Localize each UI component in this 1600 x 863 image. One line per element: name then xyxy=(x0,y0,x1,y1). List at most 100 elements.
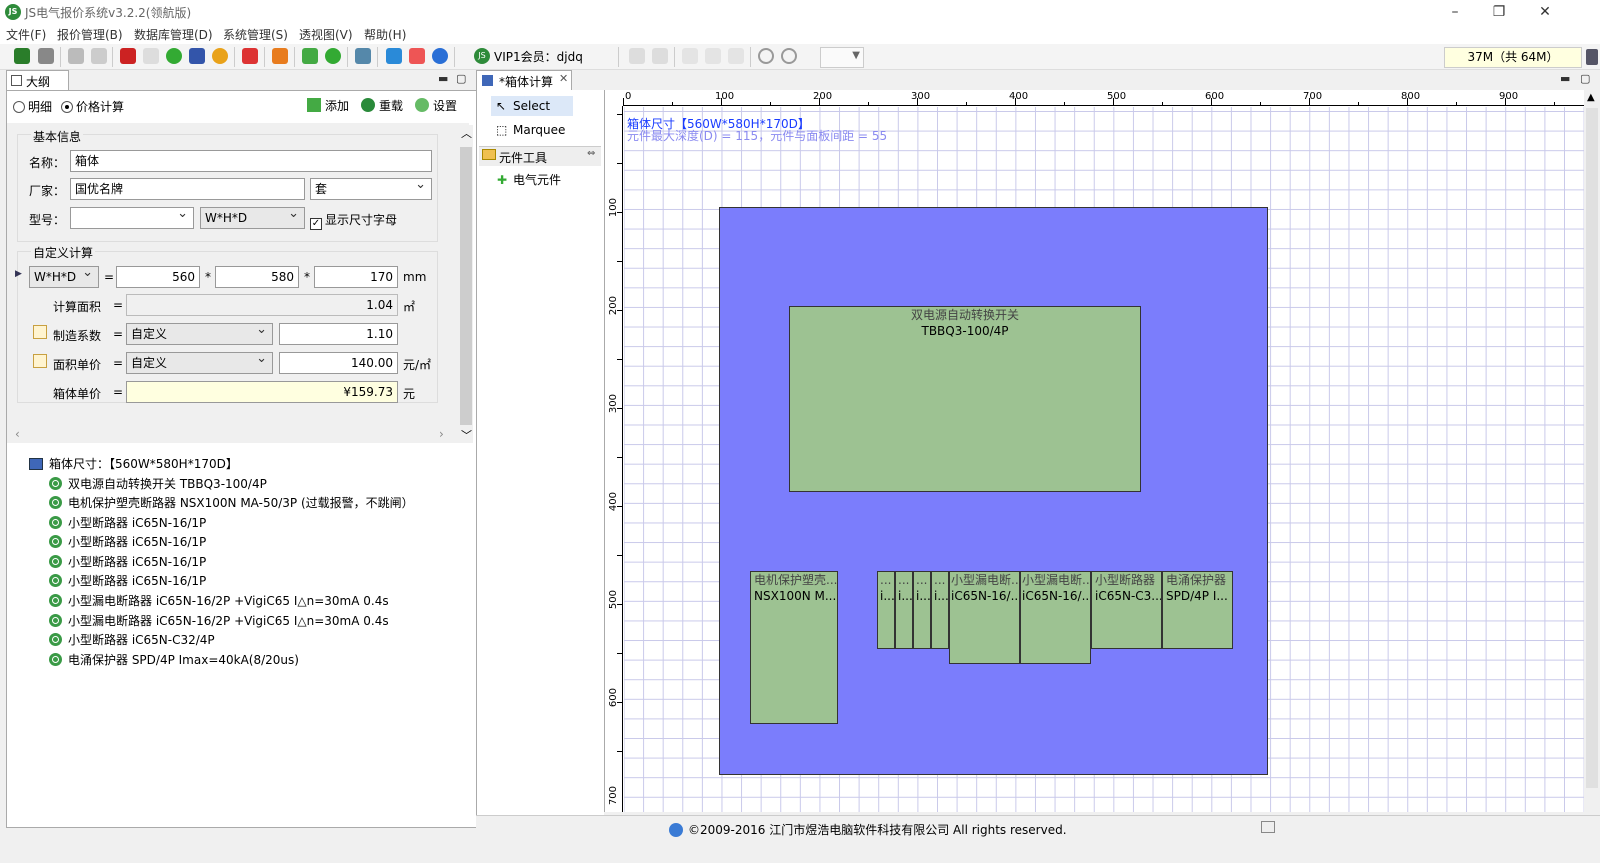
tree-item[interactable]: 小型断路器 iC65N-C32/4P xyxy=(49,631,215,648)
unit-select[interactable]: 套 xyxy=(310,175,432,200)
menu-file[interactable]: 文件(F) xyxy=(6,26,46,43)
collapse-icon[interactable]: ⇔ xyxy=(587,148,595,159)
component-spd[interactable]: 电涌保护器 SPD/4P I... xyxy=(1162,571,1233,649)
help-icon[interactable] xyxy=(432,48,448,64)
tree-item[interactable]: 小型断路器 iC65N-16/1P xyxy=(49,572,206,589)
tree-item[interactable]: 小型漏电断路器 iC65N-16/2P +VigiC65 I△n=30mA 0.… xyxy=(49,592,389,609)
unit-price-mode-select[interactable]: 自定义 xyxy=(126,349,273,374)
tab-outline[interactable]: 大纲 xyxy=(6,70,69,90)
show-size-checkbox[interactable]: ✓ 显示尺寸字母 xyxy=(310,211,397,230)
file-icon[interactable] xyxy=(143,48,159,64)
scroll-down-icon[interactable]: ﹀ xyxy=(461,427,472,443)
radio-detail[interactable]: 明细 xyxy=(13,98,52,115)
menu-help[interactable]: 帮助(H) xyxy=(364,26,406,43)
select-tool[interactable]: ↖ Select xyxy=(491,96,573,116)
edit-pen-icon[interactable] xyxy=(33,354,47,368)
save-icon[interactable] xyxy=(14,48,30,64)
tree-item[interactable]: 小型断路器 iC65N-16/1P xyxy=(49,514,206,531)
restore-button[interactable]: ❐ xyxy=(1484,2,1514,22)
scroll-up-icon[interactable]: ▲ xyxy=(1587,92,1595,103)
redo-icon[interactable] xyxy=(705,48,721,64)
tab-box-calc[interactable]: *箱体计算 ✕ xyxy=(476,70,572,90)
mfg-factor-input[interactable]: 1.10 xyxy=(279,323,398,345)
scroll-right-icon[interactable]: › xyxy=(439,427,444,441)
tree-item[interactable]: 小型断路器 iC65N-16/1P xyxy=(49,533,206,550)
canvas-vscroll[interactable]: ▲ xyxy=(1584,90,1600,828)
name-input[interactable]: 箱体 xyxy=(70,150,432,172)
tree-item[interactable]: 电机保护塑壳断路器 NSX100N MA-50/3P (过载报警，不跳闸） xyxy=(49,494,414,511)
design-canvas[interactable]: 0 100 200 300 400 500 600 700 800 900 100 200 300 40… xyxy=(604,90,1584,812)
zoom-in-icon[interactable] xyxy=(758,48,774,64)
coin-icon[interactable] xyxy=(212,48,228,64)
unit-price-input[interactable]: 140.00 xyxy=(279,352,398,374)
marquee-tool[interactable]: ⬚ Marquee xyxy=(491,120,573,140)
tree-item[interactable]: 电涌保护器 SPD/4P Imax=40kA(8/20us) xyxy=(49,651,299,668)
delete-icon[interactable] xyxy=(728,48,744,64)
enclosure-box[interactable]: 双电源自动转换开关 TBBQ3-100/4P 电机保护塑壳... NSX100N M… xyxy=(719,207,1268,775)
menu-database[interactable]: 数据库管理(D) xyxy=(134,26,213,43)
menu-system[interactable]: 系统管理(S) xyxy=(223,26,288,43)
close-button[interactable]: ✕ xyxy=(1530,2,1560,22)
component-mcb[interactable]: ... i... xyxy=(913,571,931,649)
resize-icon[interactable] xyxy=(1261,821,1275,833)
component-mccb[interactable]: 电机保护塑壳... NSX100N M... xyxy=(750,571,838,724)
radio-price[interactable]: 价格计算 xyxy=(61,98,124,115)
depth-input[interactable]: 170 xyxy=(314,266,398,288)
pdf-icon[interactable] xyxy=(120,48,136,64)
scrollbar-thumb[interactable] xyxy=(460,147,472,425)
blue-box-icon[interactable] xyxy=(189,48,205,64)
panel-minimize-icon[interactable]: ▬ xyxy=(1560,72,1570,85)
maker-input[interactable]: 国优名牌 xyxy=(70,178,305,200)
edit-pen-icon[interactable] xyxy=(33,325,47,339)
dim-format-select[interactable]: W*H*D xyxy=(200,204,305,229)
green-circle-icon[interactable] xyxy=(166,48,182,64)
cloud-icon[interactable] xyxy=(386,48,402,64)
message-icon[interactable] xyxy=(302,48,318,64)
component-rcbo[interactable]: 小型漏电断... iC65N-16/... xyxy=(949,571,1020,664)
component-rcbo[interactable]: 小型漏电断... iC65N-16/... xyxy=(1020,571,1091,664)
tree-item[interactable]: 双电源自动转换开关 TBBQ3-100/4P xyxy=(49,475,267,492)
document-icon[interactable] xyxy=(91,48,107,64)
element-tools-group[interactable]: 元件工具 ⇔ xyxy=(479,146,601,166)
tree-item[interactable]: 小型漏电断路器 iC65N-16/2P +VigiC65 I△n=30mA 0.… xyxy=(49,612,389,629)
add-button[interactable]: 添加 xyxy=(307,97,349,114)
scroll-left-icon[interactable]: ‹ xyxy=(15,427,20,441)
reload-button[interactable]: 重载 xyxy=(361,97,403,114)
electrical-element-tool[interactable]: ✚ 电气元件 xyxy=(491,170,573,190)
tree-item[interactable]: 小型断路器 iC65N-16/1P xyxy=(49,553,206,570)
trash-icon[interactable] xyxy=(1586,49,1598,65)
menu-quote[interactable]: 报价管理(B) xyxy=(57,26,123,43)
scrollbar-track[interactable] xyxy=(1586,108,1598,788)
copy-disabled-icon[interactable] xyxy=(629,48,645,64)
paste-disabled-icon[interactable] xyxy=(652,48,668,64)
tools-icon[interactable] xyxy=(242,48,258,64)
component-mcb[interactable]: ... i... xyxy=(931,571,949,649)
height-input[interactable]: 580 xyxy=(215,266,299,288)
play-icon[interactable] xyxy=(272,48,288,64)
tree-root[interactable]: 箱体尺寸：【560W*580H*170D】 xyxy=(29,455,238,472)
calendar-icon[interactable] xyxy=(409,48,425,64)
settings-button[interactable]: 设置 xyxy=(415,97,457,114)
panel-minimize-icon[interactable]: ▬ xyxy=(438,72,448,85)
scroll-up-icon[interactable]: ︿ xyxy=(461,125,472,141)
refresh-icon[interactable] xyxy=(325,48,341,64)
component-ats[interactable]: 双电源自动转换开关 TBBQ3-100/4P xyxy=(789,306,1141,492)
panel-maximize-icon[interactable]: ▢ xyxy=(456,72,466,85)
form-scrollbar[interactable]: ︿ ﹀ xyxy=(459,125,473,443)
calc-format-select[interactable]: W*H*D xyxy=(29,263,99,288)
panel-maximize-icon[interactable]: ▢ xyxy=(1580,72,1590,85)
component-mcb[interactable]: ... i... xyxy=(895,571,913,649)
component-mcb-4p[interactable]: 小型断路器 iC65N-C3... xyxy=(1091,571,1162,649)
width-input[interactable]: 560 xyxy=(116,266,200,288)
zoom-select[interactable]: ▼ xyxy=(820,47,864,68)
undo-icon[interactable] xyxy=(682,48,698,64)
print-icon[interactable] xyxy=(38,48,54,64)
mfg-mode-select[interactable]: 自定义 xyxy=(126,320,273,345)
menu-perspective[interactable]: 透视图(V) xyxy=(299,26,353,43)
camera-icon[interactable] xyxy=(355,48,371,64)
copy-icon[interactable] xyxy=(68,48,84,64)
component-mcb[interactable]: ... i... xyxy=(877,571,895,649)
model-select[interactable] xyxy=(70,204,194,229)
minimize-button[interactable]: – xyxy=(1440,2,1470,22)
zoom-out-icon[interactable] xyxy=(781,48,797,64)
